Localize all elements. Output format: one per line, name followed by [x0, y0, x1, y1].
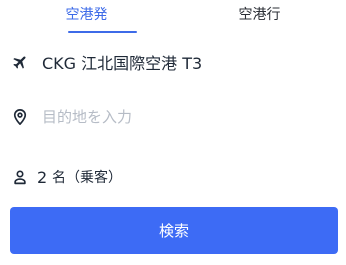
transfer-booking-form: 空港発 空港行 CKG 江北国際空港 T3 目的地を入力 2 名（乗客） 検索: [0, 0, 346, 265]
tab-departure-label: 空港発: [65, 7, 108, 23]
map-pin-icon: [11, 108, 29, 126]
passenger-count-field[interactable]: 2 名（乗客）: [0, 164, 346, 190]
person-icon: [11, 168, 29, 186]
airplane-icon: [11, 53, 29, 71]
passenger-count-value: 2: [37, 167, 48, 187]
active-tab-indicator: [68, 31, 137, 33]
tab-bar: 空港発 空港行: [0, 0, 346, 34]
tab-departure-from-airport[interactable]: 空港発: [0, 0, 173, 34]
pickup-location-value: CKG 江北国際空港 T3: [42, 54, 203, 73]
passenger-count-unit-label: 名（乗客）: [52, 170, 122, 186]
pickup-location-field[interactable]: CKG 江北国際空港 T3: [0, 49, 346, 75]
destination-input[interactable]: [38, 104, 336, 130]
tab-arrival-to-airport[interactable]: 空港行: [173, 0, 346, 34]
destination-field[interactable]: [0, 104, 346, 130]
tab-arrival-label: 空港行: [238, 7, 281, 23]
search-button[interactable]: 検索: [10, 207, 338, 254]
